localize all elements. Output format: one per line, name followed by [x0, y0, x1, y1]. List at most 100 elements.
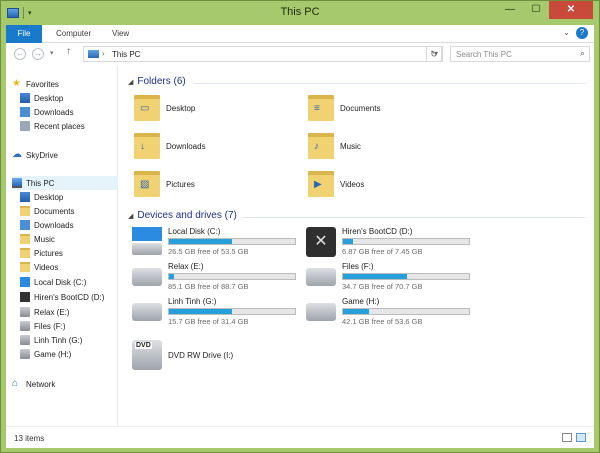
- view-switcher: [562, 433, 586, 442]
- drive-name: Linh Tinh (G:): [168, 297, 217, 306]
- close-button[interactable]: ✕: [549, 1, 593, 19]
- sidebar-item-music[interactable]: Music: [20, 232, 55, 246]
- sidebar-item-local-disk-c[interactable]: Local Disk (C:): [20, 275, 86, 289]
- drive-item-c[interactable]: Local Disk (C:) 26.5 GB free of 53.5 GB: [132, 227, 296, 257]
- sidebar-item-favorites[interactable]: ★ Favorites: [12, 77, 59, 91]
- sidebar-item-linh-tinh-g[interactable]: Linh Tinh (G:): [20, 333, 82, 347]
- hard-drive-icon: [20, 321, 30, 331]
- address-path[interactable]: This PC: [112, 50, 140, 59]
- folder-item-downloads[interactable]: ↓ Downloads: [134, 133, 206, 159]
- folder-item-desktop[interactable]: ▭ Desktop: [134, 95, 195, 121]
- sidebar-item-downloads[interactable]: Downloads: [20, 218, 74, 232]
- folder-item-music[interactable]: ♪ Music: [308, 133, 361, 159]
- folder-item-videos[interactable]: ▶ Videos: [308, 171, 364, 197]
- capacity-fill: [343, 239, 354, 244]
- network-icon: ⌂: [12, 378, 19, 389]
- folders-group-header[interactable]: ◢ Folders (6): [128, 76, 186, 87]
- forward-button[interactable]: →: [32, 48, 44, 60]
- windows-drive-icon: [20, 277, 30, 287]
- sidebar-item-label: Network: [26, 379, 56, 389]
- sidebar-item-desktop[interactable]: Desktop: [20, 91, 63, 105]
- sidebar-item-label: Documents: [34, 206, 75, 216]
- drive-item-e[interactable]: Relax (E:) 85.1 GB free of 88.7 GB: [132, 262, 296, 291]
- sidebar-item-label: Music: [34, 234, 55, 244]
- sidebar-item-network[interactable]: ⌂ Network: [12, 377, 55, 391]
- devices-group-header[interactable]: ◢ Devices and drives (7): [128, 210, 237, 221]
- sidebar-item-recent-places[interactable]: Recent places: [20, 119, 85, 133]
- sidebar-item-label: Files (F:): [34, 321, 66, 331]
- sidebar-item-downloads[interactable]: Downloads: [20, 105, 74, 119]
- hard-drive-icon: [20, 335, 30, 345]
- tab-view[interactable]: View: [112, 25, 129, 43]
- drive-name: Game (H:): [342, 297, 380, 306]
- details-view-icon[interactable]: [562, 433, 572, 442]
- expand-ribbon-icon[interactable]: ⌄: [563, 28, 570, 37]
- search-icon[interactable]: ⌕: [580, 48, 585, 59]
- sidebar-item-label: Pictures: [34, 248, 63, 258]
- title-bar[interactable]: ▾ This PC — ☐ ✕: [1, 1, 599, 25]
- sidebar-item-label: Downloads: [34, 107, 74, 117]
- sidebar-item-relax-e[interactable]: Relax (E:): [20, 305, 70, 319]
- sidebar-item-label: Videos: [34, 262, 59, 272]
- window-controls: — ☐ ✕: [497, 1, 593, 19]
- sidebar-item-hirens-bootcd-d[interactable]: Hiren's BootCD (D:): [20, 290, 104, 304]
- collapse-arrow-icon[interactable]: ◢: [128, 212, 133, 220]
- downloads-icon: [20, 107, 30, 117]
- tools-icon: [20, 292, 30, 302]
- drive-item-g[interactable]: Linh Tinh (G:) 15.7 GB free of 31.4 GB: [132, 297, 296, 326]
- chevron-right-icon[interactable]: ›: [102, 49, 105, 58]
- drive-free-space: 85.1 GB free of 88.7 GB: [168, 282, 249, 291]
- recent-places-icon: [20, 121, 30, 131]
- back-button[interactable]: ←: [14, 48, 26, 60]
- large-icons-view-icon[interactable]: [576, 433, 586, 442]
- sidebar-item-documents[interactable]: Documents: [20, 204, 74, 218]
- sidebar-item-this-pc[interactable]: This PC: [12, 176, 118, 190]
- sidebar-item-files-f[interactable]: Files (F:): [20, 319, 66, 333]
- drive-item-d[interactable]: ✕ Hiren's BootCD (D:) 6.87 GB free of 7.…: [306, 227, 470, 257]
- maximize-button[interactable]: ☐: [523, 1, 549, 19]
- up-arrow-icon[interactable]: ↑: [66, 46, 71, 57]
- drive-item-h[interactable]: Game (H:) 42.1 GB free of 53.6 GB: [306, 297, 470, 326]
- sidebar-item-label: Local Disk (C:): [34, 277, 87, 287]
- sidebar-item-videos[interactable]: Videos: [20, 260, 58, 274]
- folder-item-documents[interactable]: ≡ Documents: [308, 95, 380, 121]
- item-count: 13 items: [14, 434, 45, 443]
- drive-name: Relax (E:): [168, 262, 204, 271]
- drive-item-f[interactable]: Files (F:) 34.7 GB free of 70.7 GB: [306, 262, 470, 291]
- drive-free-space: 42.1 GB free of 53.6 GB: [342, 317, 423, 326]
- sidebar-item-game-h[interactable]: Game (H:): [20, 347, 71, 361]
- capacity-bar: [342, 308, 470, 315]
- search-input[interactable]: Search This PC: [456, 50, 512, 59]
- search-box[interactable]: Search This PC ⌕: [450, 46, 590, 62]
- folder-label: Downloads: [166, 141, 206, 151]
- drive-item-i[interactable]: DVD DVD RW Drive (I:): [132, 340, 233, 370]
- capacity-bar: [342, 273, 470, 280]
- tab-file[interactable]: File: [6, 25, 42, 43]
- sidebar-item-pictures[interactable]: Pictures: [20, 246, 63, 260]
- sidebar-item-label: Relax (E:): [34, 307, 70, 317]
- folder-item-pictures[interactable]: ▨ Pictures: [134, 171, 195, 197]
- sidebar-item-skydrive[interactable]: ☁ SkyDrive: [12, 148, 58, 162]
- videos-folder-icon: ▶: [308, 171, 334, 197]
- dvd-drive-icon: DVD: [132, 340, 162, 370]
- drive-name: DVD RW Drive (I:): [168, 350, 234, 360]
- recent-locations-icon[interactable]: ▾: [50, 49, 54, 57]
- minimize-button[interactable]: —: [497, 1, 523, 19]
- group-title: Devices and drives (7): [137, 210, 237, 221]
- folder-label: Pictures: [166, 179, 195, 189]
- help-icon[interactable]: ?: [576, 27, 588, 39]
- refresh-button[interactable]: ↻: [426, 46, 442, 62]
- capacity-fill: [169, 274, 175, 279]
- sidebar-item-label: Desktop: [34, 93, 64, 103]
- sidebar-item-label: Downloads: [34, 220, 74, 230]
- sidebar-item-label: Linh Tinh (G:): [34, 335, 83, 345]
- drive-free-space: 26.5 GB free of 53.5 GB: [168, 247, 249, 256]
- hard-drive-icon: [132, 303, 162, 321]
- folder-label: Documents: [340, 103, 381, 113]
- collapse-arrow-icon[interactable]: ◢: [128, 78, 133, 86]
- music-folder-icon: ♪: [308, 133, 334, 159]
- address-bar[interactable]: › This PC ▾: [83, 46, 443, 62]
- sidebar-item-desktop[interactable]: Desktop: [20, 190, 63, 204]
- tab-computer[interactable]: Computer: [56, 25, 91, 43]
- hard-drive-icon: [132, 268, 162, 286]
